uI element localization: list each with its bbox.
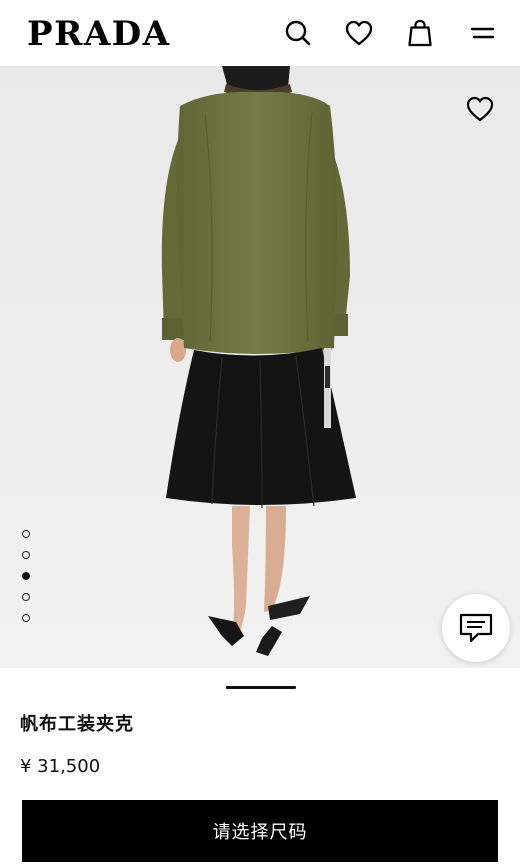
product-price: ¥ 31,500 — [20, 756, 101, 777]
favorite-heart-icon[interactable] — [466, 96, 496, 124]
gallery-dot[interactable] — [22, 551, 30, 559]
gallery-dot-active[interactable] — [22, 572, 30, 580]
product-title: 帆布工装夹克 — [20, 714, 134, 735]
menu-icon[interactable] — [467, 18, 497, 48]
gallery-dot[interactable] — [22, 593, 30, 601]
chat-bubble-icon — [459, 613, 493, 643]
select-size-button[interactable]: 请选择尺码 — [22, 800, 498, 862]
gallery-dot[interactable] — [22, 530, 30, 538]
product-image-gallery[interactable] — [0, 66, 520, 668]
chat-button[interactable] — [442, 594, 510, 662]
search-icon[interactable] — [283, 18, 313, 48]
gallery-dot[interactable] — [22, 614, 30, 622]
heart-icon[interactable] — [344, 18, 374, 48]
top-navigation-bar: PRADA — [0, 0, 520, 66]
scroll-indicator — [226, 686, 296, 689]
product-photo — [0, 66, 520, 668]
shopping-bag-icon[interactable] — [405, 18, 435, 48]
brand-logo[interactable]: PRADA — [27, 14, 171, 54]
gallery-pagination — [22, 530, 32, 635]
